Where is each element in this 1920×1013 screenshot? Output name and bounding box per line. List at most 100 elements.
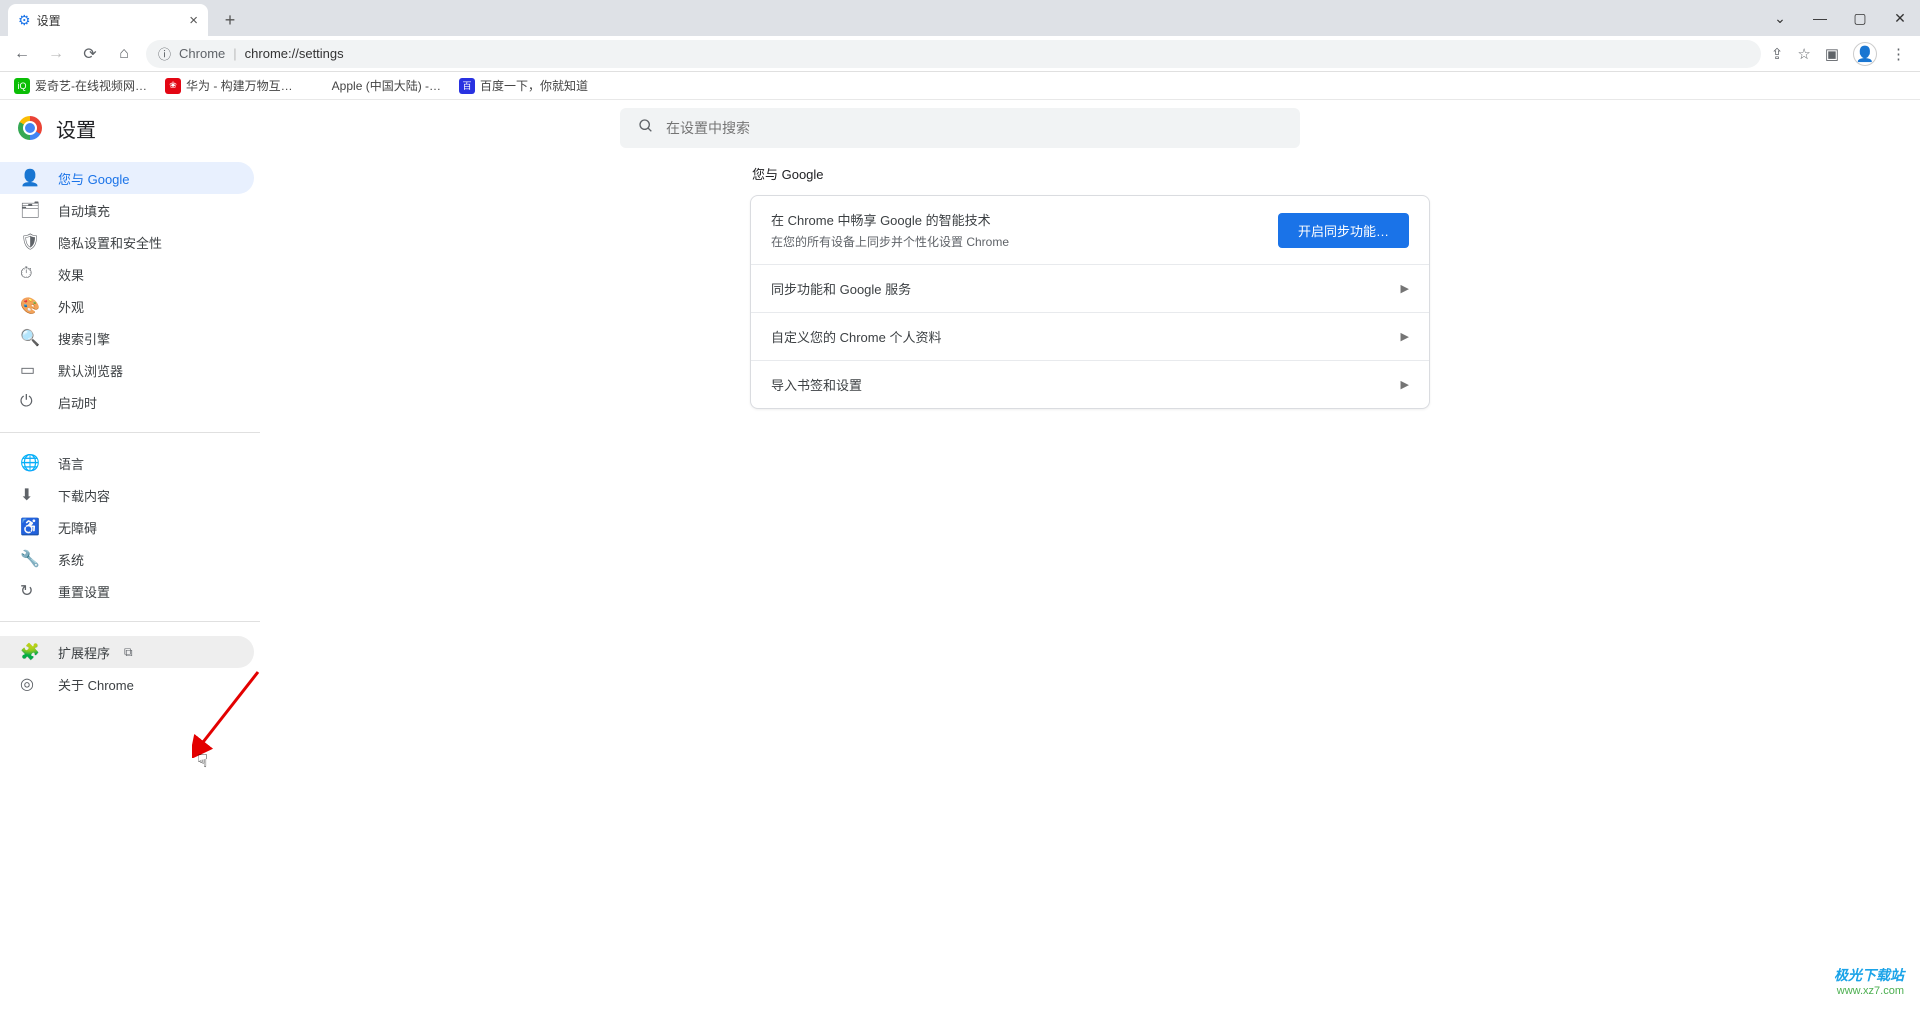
bookmark-apple[interactable]: Apple (中国大陆) -…	[311, 77, 441, 94]
settings-search[interactable]	[620, 108, 1300, 148]
sidebar-item-downloads[interactable]: ⬇ 下载内容	[0, 479, 254, 511]
sidebar-item-label: 隐私设置和安全性	[58, 233, 162, 252]
sidebar-item-label: 您与 Google	[58, 169, 130, 188]
sidebar-item-search[interactable]: 🔍 搜索引擎	[0, 322, 254, 354]
share-icon[interactable]: ⇪	[1771, 45, 1784, 63]
sync-promo-row: 在 Chrome 中畅享 Google 的智能技术 在您的所有设备上同步并个性化…	[751, 196, 1429, 265]
forward-button[interactable]: →	[44, 42, 68, 66]
browser-tab[interactable]: ⚙ 设置 ×	[8, 4, 208, 36]
reload-button[interactable]: ⟳	[78, 42, 102, 66]
sidebar-item-about[interactable]: ◎关于 Chrome	[0, 668, 254, 700]
close-tab-icon[interactable]: ×	[189, 12, 198, 29]
favicon-iqiyi: iQ	[14, 78, 30, 94]
settings-main: 您与 Google 在 Chrome 中畅享 Google 的智能技术 在您的所…	[260, 100, 1920, 1013]
sidebar-item-appearance[interactable]: 🎨 外观	[0, 290, 254, 322]
default-icon: ▭	[20, 360, 38, 380]
home-button[interactable]: ⌂	[112, 42, 136, 66]
bookmark-star-icon[interactable]: ☆	[1797, 45, 1810, 63]
favicon-huawei: ❀	[165, 78, 181, 94]
about-icon: ◎	[20, 674, 38, 694]
bookmark-bar: iQ 爱奇艺-在线视频网… ❀ 华为 - 构建万物互… Apple (中国大陆)…	[0, 72, 1920, 100]
performance-icon: ⏱	[20, 265, 38, 283]
sidebar-item-label: 扩展程序	[58, 643, 110, 662]
site-info-icon[interactable]: ⓘ	[158, 44, 171, 63]
browser-tab-strip: ⚙ 设置 × + ⌄ — ▢ ✕	[0, 0, 1920, 36]
row-sync-services[interactable]: 同步功能和 Google 服务 ▶	[751, 265, 1429, 313]
sidebar-item-extension[interactable]: 🧩 扩展程序 ⧉	[0, 636, 254, 668]
maximize-button[interactable]: ▢	[1840, 2, 1880, 34]
url-main: chrome://settings	[245, 46, 344, 61]
chrome-logo-icon	[18, 116, 42, 140]
sidebar-item-label: 下载内容	[58, 486, 110, 505]
favicon-apple	[311, 78, 327, 94]
appearance-icon: 🎨	[20, 296, 38, 316]
extension-icon: 🧩	[20, 642, 38, 662]
bookmark-baidu[interactable]: 百 百度一下，你就知道	[459, 77, 588, 94]
sidebar-item-accessibility[interactable]: ♿ 无障碍	[0, 511, 254, 543]
gear-icon: ⚙	[18, 12, 31, 29]
row-customize-profile[interactable]: 自定义您的 Chrome 个人资料 ▶	[751, 313, 1429, 361]
sidebar-item-reset[interactable]: ↻ 重置设置	[0, 575, 254, 607]
minimize-button[interactable]: —	[1800, 2, 1840, 34]
privacy-icon: 🛡	[20, 232, 38, 252]
settings-search-input[interactable]	[666, 120, 1282, 136]
settings-sidebar: 👤 您与 Google 🗂 自动填充 🛡 隐私设置和安全性 ⏱ 效果 🎨 外观 🔍 搜索引擎 ▭默认浏览…	[0, 100, 260, 1013]
sidebar-item-label: 自动填充	[58, 201, 110, 220]
profile-avatar[interactable]: 👤	[1853, 42, 1877, 66]
startup-icon: ⏻	[20, 393, 38, 411]
sidebar-item-person[interactable]: 👤 您与 Google	[0, 162, 254, 194]
chevron-right-icon: ▶	[1401, 282, 1409, 295]
tab-title: 设置	[37, 12, 61, 29]
window-controls: ⌄ — ▢ ✕	[1760, 0, 1920, 36]
sidebar-item-language[interactable]: 🌐 语言	[0, 447, 254, 479]
browser-nav-bar: ← → ⟳ ⌂ ⓘ Chrome | chrome://settings ⇪ ☆…	[0, 36, 1920, 72]
sidebar-item-label: 搜索引擎	[58, 329, 110, 348]
sidebar-item-system[interactable]: 🔧系统	[0, 543, 254, 575]
sidebar-item-label: 效果	[58, 265, 84, 284]
sidebar-item-label: 外观	[58, 297, 84, 316]
sync-promo-title: 在 Chrome 中畅享 Google 的智能技术	[771, 213, 991, 228]
bookmark-huawei[interactable]: ❀ 华为 - 构建万物互…	[165, 77, 293, 94]
watermark: 极光下载站 www.xz7.com	[1834, 965, 1904, 997]
sidebar-item-label: 无障碍	[58, 518, 97, 537]
sidebar-item-startup[interactable]: ⏻ 启动时	[0, 386, 254, 418]
sidebar-divider	[0, 621, 260, 622]
bookmark-iqiyi[interactable]: iQ 爱奇艺-在线视频网…	[14, 77, 147, 94]
accessibility-icon: ♿	[20, 517, 38, 537]
tab-search-icon[interactable]: ⌄	[1760, 2, 1800, 34]
settings-title: 设置	[56, 114, 96, 143]
back-button[interactable]: ←	[10, 42, 34, 66]
sidepanel-icon[interactable]: ▣	[1825, 45, 1839, 63]
settings-card: 在 Chrome 中畅享 Google 的智能技术 在您的所有设备上同步并个性化…	[750, 195, 1430, 409]
language-icon: 🌐	[20, 453, 38, 473]
reset-icon: ↻	[20, 581, 38, 601]
settings-header: 设置	[0, 100, 1920, 156]
sync-promo-subtitle: 在您的所有设备上同步并个性化设置 Chrome	[771, 233, 1009, 250]
row-import-bookmarks[interactable]: 导入书签和设置 ▶	[751, 361, 1429, 408]
open-external-icon: ⧉	[124, 645, 133, 660]
person-icon: 👤	[20, 168, 38, 188]
sidebar-item-label: 启动时	[58, 393, 97, 412]
section-title: 您与 Google	[752, 164, 1430, 183]
chevron-right-icon: ▶	[1401, 330, 1409, 343]
autofill-icon: 🗂	[20, 200, 38, 220]
address-bar[interactable]: ⓘ Chrome | chrome://settings	[146, 40, 1761, 68]
menu-icon[interactable]: ⋮	[1891, 45, 1906, 63]
sidebar-divider	[0, 432, 260, 433]
favicon-baidu: 百	[459, 78, 475, 94]
enable-sync-button[interactable]: 开启同步功能…	[1278, 213, 1409, 248]
sidebar-item-label: 系统	[58, 550, 84, 569]
sidebar-item-label: 重置设置	[58, 582, 110, 601]
downloads-icon: ⬇	[20, 485, 38, 505]
url-prefix: Chrome	[179, 46, 225, 61]
sidebar-item-autofill[interactable]: 🗂 自动填充	[0, 194, 254, 226]
sidebar-item-label: 语言	[58, 454, 84, 473]
search-icon	[638, 118, 654, 139]
new-tab-button[interactable]: +	[216, 6, 244, 34]
sidebar-item-default[interactable]: ▭默认浏览器	[0, 354, 254, 386]
sidebar-item-performance[interactable]: ⏱ 效果	[0, 258, 254, 290]
sidebar-item-privacy[interactable]: 🛡 隐私设置和安全性	[0, 226, 254, 258]
toolbar-right: ⇪ ☆ ▣ 👤 ⋮	[1771, 42, 1910, 66]
search-icon: 🔍	[20, 328, 38, 348]
close-window-button[interactable]: ✕	[1880, 2, 1920, 34]
